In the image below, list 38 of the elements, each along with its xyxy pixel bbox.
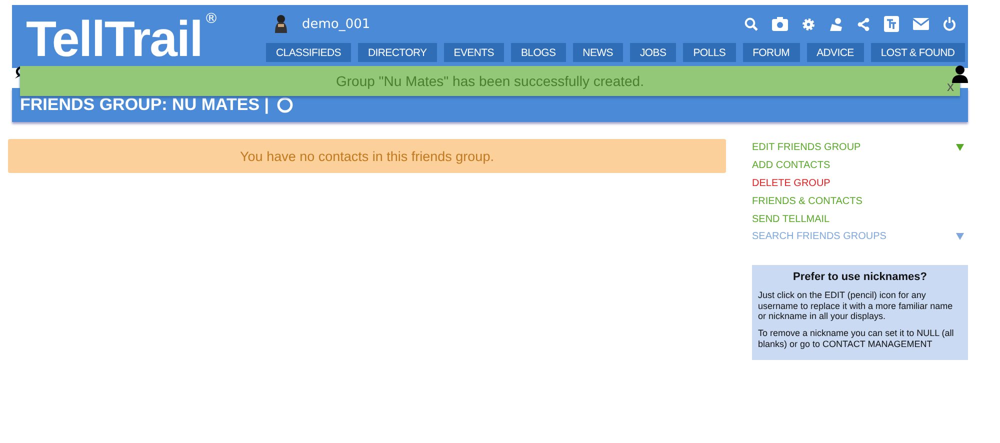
- avatar-icon[interactable]: [274, 14, 288, 34]
- notification-message: Group "Nu Mates" has been successfully created.: [336, 73, 644, 89]
- search-icon[interactable]: [744, 17, 758, 31]
- share-icon[interactable]: [857, 18, 870, 30]
- username[interactable]: demo_001: [302, 16, 370, 32]
- sidebar-link[interactable]: FRIENDS & CONTACTS: [752, 196, 862, 207]
- dropdown-triangle-icon[interactable]: [956, 144, 964, 152]
- person-icon[interactable]: [952, 65, 968, 83]
- close-button[interactable]: x: [945, 78, 956, 94]
- nav-tab[interactable]: NEWS: [572, 43, 623, 62]
- tip-text: Just click on the EDIT (pencil) icon for any username to replace it with a more familiar name or nickname in all your displays.: [758, 290, 954, 322]
- nav-tab[interactable]: JOBS: [630, 43, 676, 62]
- camera-icon[interactable]: [772, 17, 788, 31]
- nav-tab[interactable]: LOST & FOUND: [870, 43, 965, 62]
- nav-tab[interactable]: CLASSIFIEDS: [266, 43, 351, 62]
- nav-tab[interactable]: ADVICE: [806, 43, 864, 62]
- people-icon[interactable]: [829, 18, 843, 30]
- nav-tab[interactable]: POLLS: [683, 43, 736, 62]
- sidebar-link[interactable]: EDIT FRIENDS GROUP: [752, 142, 861, 154]
- power-icon[interactable]: [943, 17, 956, 31]
- tip-title: Prefer to use nicknames?: [792, 270, 928, 283]
- nav-tab[interactable]: DIRECTORY: [358, 43, 437, 62]
- settings-icon[interactable]: [802, 18, 815, 30]
- tip-text: To remove a nickname you can set it to NULL (all blanks) or go to CONTACT MANAGEMENT: [758, 328, 955, 350]
- app-icon[interactable]: [884, 16, 899, 32]
- mail-icon[interactable]: [913, 18, 929, 30]
- nav-tab[interactable]: FORUM: [742, 43, 800, 62]
- dropdown-triangle-icon[interactable]: [956, 233, 964, 240]
- page-title: FRIENDS GROUP: NU MATES |: [20, 95, 270, 115]
- logo[interactable]: TellTrail: [26, 11, 202, 67]
- registered-mark: ®: [204, 11, 218, 27]
- empty-message: You have no contacts in this friends group.: [8, 139, 726, 173]
- nav-tab[interactable]: EVENTS: [444, 43, 504, 62]
- sidebar-link[interactable]: DELETE GROUP: [752, 178, 830, 189]
- sidebar-link[interactable]: ADD CONTACTS: [752, 160, 830, 172]
- circle-icon: [277, 97, 294, 113]
- sidebar-link[interactable]: SEND TELLMAIL: [752, 214, 830, 225]
- nav-tab[interactable]: BLOGS: [510, 43, 566, 62]
